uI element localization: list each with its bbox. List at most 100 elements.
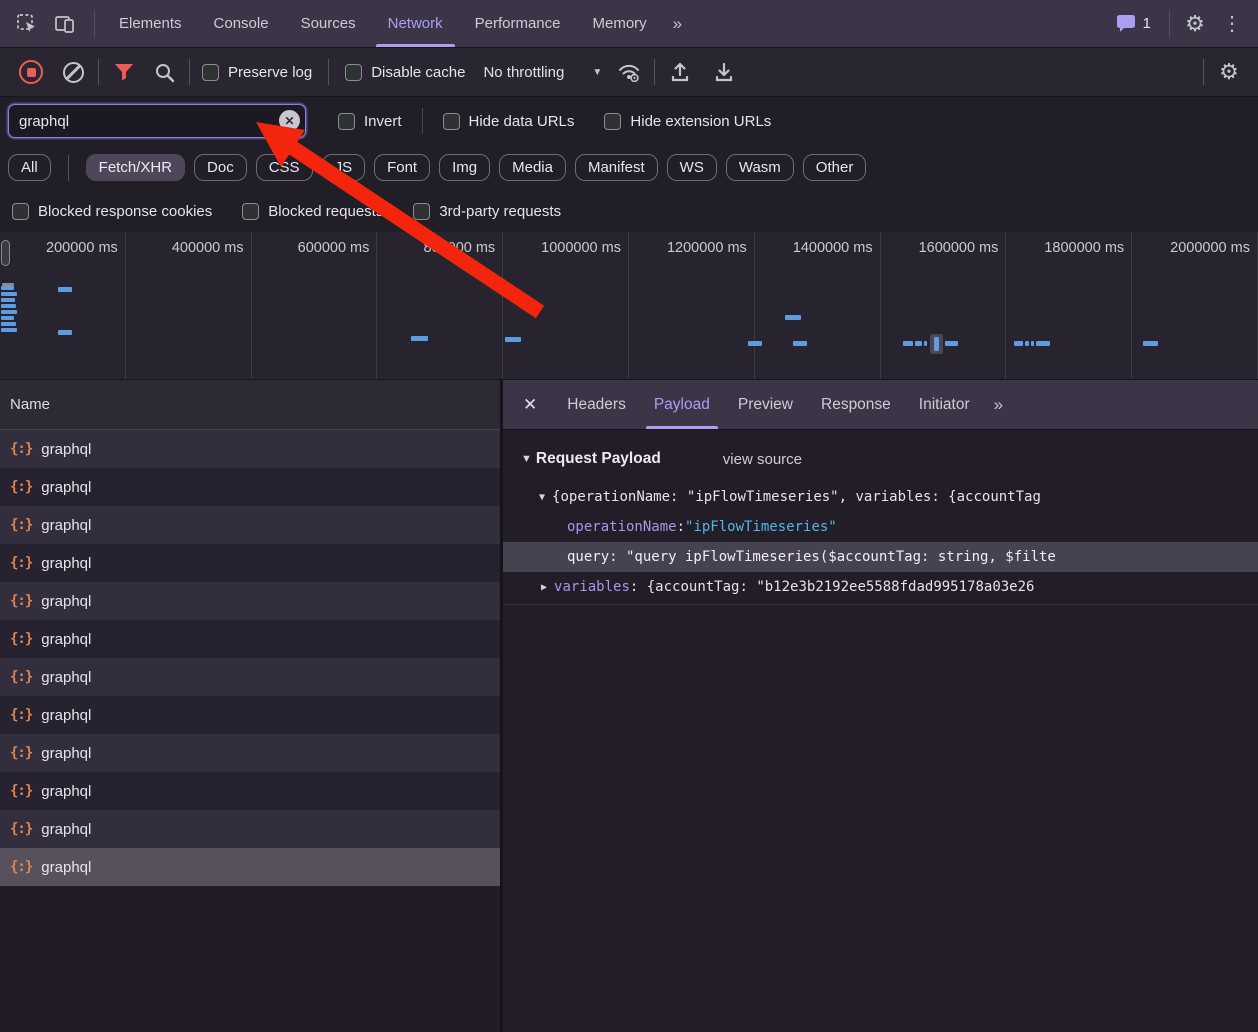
timeline-request-bar <box>411 336 428 341</box>
details-tab-response[interactable]: Response <box>807 380 905 429</box>
details-tabbar: ✕ HeadersPayloadPreviewResponseInitiator… <box>503 380 1258 430</box>
invert-checkbox[interactable]: Invert <box>338 113 402 130</box>
payload-operation-name-row[interactable]: operationName: "ipFlowTimeseries" <box>503 512 1258 542</box>
divider <box>68 155 69 181</box>
request-row[interactable]: {:}graphql <box>0 620 500 658</box>
payload-root-row[interactable]: ▼ {operationName: "ipFlowTimeseries", va… <box>503 482 1258 512</box>
clear-filter-icon[interactable]: ✕ <box>279 110 300 131</box>
request-row[interactable]: {:}graphql <box>0 544 500 582</box>
chip-media[interactable]: Media <box>499 154 566 181</box>
request-row[interactable]: {:}graphql <box>0 468 500 506</box>
details-tab-initiator[interactable]: Initiator <box>905 380 984 429</box>
payload-query-row[interactable]: query: "query ipFlowTimeseries($accountT… <box>503 542 1258 572</box>
tab-network[interactable]: Network <box>372 0 459 47</box>
blocked-response-cookies-checkbox[interactable]: Blocked response cookies <box>12 203 212 220</box>
request-row[interactable]: {:}graphql <box>0 582 500 620</box>
request-name: graphql <box>41 821 91 838</box>
third-party-requests-checkbox[interactable]: 3rd-party requests <box>413 203 561 220</box>
hide-data-urls-checkbox[interactable]: Hide data URLs <box>443 113 575 130</box>
chip-all[interactable]: All <box>8 154 51 181</box>
devtools-tabbar: ElementsConsoleSourcesNetworkPerformance… <box>0 0 1258 48</box>
inspect-element-icon[interactable] <box>10 7 44 41</box>
timeline-request-bar <box>1 316 14 320</box>
chip-css[interactable]: CSS <box>256 154 313 181</box>
chip-wasm[interactable]: Wasm <box>726 154 794 181</box>
requests-list: {:}graphql{:}graphql{:}graphql{:}graphql… <box>0 430 500 1032</box>
chip-manifest[interactable]: Manifest <box>575 154 658 181</box>
json-braces-icon: {:} <box>10 859 32 875</box>
tab-sources[interactable]: Sources <box>285 0 372 47</box>
tab-console[interactable]: Console <box>198 0 285 47</box>
request-row[interactable]: {:}graphql <box>0 848 500 886</box>
disable-cache-checkbox[interactable]: Disable cache <box>345 64 465 81</box>
json-braces-icon: {:} <box>10 555 32 571</box>
request-row[interactable]: {:}graphql <box>0 506 500 544</box>
view-source-link[interactable]: view source <box>723 451 802 468</box>
json-braces-icon: {:} <box>10 479 32 495</box>
tab-memory[interactable]: Memory <box>577 0 663 47</box>
close-details-icon[interactable]: ✕ <box>503 380 553 429</box>
network-conditions-icon[interactable] <box>612 55 646 89</box>
throttling-dropdown[interactable]: No throttling ▼ <box>483 64 602 81</box>
export-har-icon[interactable] <box>707 55 741 89</box>
kebab-menu-icon[interactable]: ⋮ <box>1212 11 1252 36</box>
request-row[interactable]: {:}graphql <box>0 430 500 468</box>
json-braces-icon: {:} <box>10 745 32 761</box>
tab-performance[interactable]: Performance <box>459 0 577 47</box>
chip-img[interactable]: Img <box>439 154 490 181</box>
payload-variables-row[interactable]: ▶ variables: {accountTag: "b12e3b2192ee5… <box>503 572 1258 602</box>
json-braces-icon: {:} <box>10 821 32 837</box>
request-row[interactable]: {:}graphql <box>0 734 500 772</box>
network-settings-gear-icon[interactable]: ⚙ <box>1212 55 1246 89</box>
request-row[interactable]: {:}graphql <box>0 696 500 734</box>
device-toolbar-icon[interactable] <box>48 7 82 41</box>
timeline-request-bar <box>924 341 927 346</box>
chip-other[interactable]: Other <box>803 154 867 181</box>
details-tab-preview[interactable]: Preview <box>724 380 807 429</box>
blocked-response-cookies-label: Blocked response cookies <box>38 203 212 220</box>
timeline-selected-request-marker[interactable] <box>930 334 943 354</box>
timeline-request-bar <box>58 287 72 292</box>
chip-font[interactable]: Font <box>374 154 430 181</box>
collapse-icon[interactable]: ▼ <box>539 492 545 503</box>
filter-input[interactable] <box>8 104 306 138</box>
divider <box>1169 11 1170 37</box>
preserve-log-checkbox[interactable]: Preserve log <box>202 64 312 81</box>
throttling-value: No throttling <box>483 64 564 81</box>
divider <box>503 604 1258 605</box>
expand-icon[interactable]: ▶ <box>539 582 547 593</box>
search-icon[interactable] <box>147 55 181 89</box>
collapse-icon[interactable]: ▼ <box>521 453 532 465</box>
timeline-request-bar <box>1 310 17 314</box>
filter-icon[interactable] <box>107 55 141 89</box>
checkbox-icon <box>345 64 362 81</box>
more-panels-icon[interactable]: » <box>663 0 690 47</box>
clear-network-log-button[interactable] <box>56 55 90 89</box>
tab-elements[interactable]: Elements <box>103 0 198 47</box>
console-messages-button[interactable]: 1 <box>1106 14 1161 33</box>
blocked-requests-checkbox[interactable]: Blocked requests <box>242 203 383 220</box>
overview-grip-handle[interactable] <box>1 240 10 266</box>
hide-extension-urls-checkbox[interactable]: Hide extension URLs <box>604 113 771 130</box>
timeline-request-bar <box>903 341 913 346</box>
details-tab-payload[interactable]: Payload <box>640 380 724 429</box>
settings-gear-icon[interactable]: ⚙ <box>1178 7 1212 41</box>
json-braces-icon: {:} <box>10 707 32 723</box>
chip-fetch-xhr[interactable]: Fetch/XHR <box>86 154 185 181</box>
request-row[interactable]: {:} graphql <box>0 810 500 848</box>
json-braces-icon: {:} <box>10 441 32 457</box>
request-row[interactable]: {:}graphql <box>0 658 500 696</box>
import-har-icon[interactable] <box>663 55 697 89</box>
timeline-request-bar <box>1 328 17 332</box>
details-tabs: HeadersPayloadPreviewResponseInitiator <box>553 380 983 429</box>
chip-doc[interactable]: Doc <box>194 154 247 181</box>
more-details-tabs-icon[interactable]: » <box>984 380 1011 429</box>
details-tab-headers[interactable]: Headers <box>553 380 640 429</box>
network-overview-timeline[interactable]: 200000 ms400000 ms600000 ms800000 ms1000… <box>0 232 1258 380</box>
chip-ws[interactable]: WS <box>667 154 717 181</box>
request-row[interactable]: {:}graphql <box>0 772 500 810</box>
preserve-log-label: Preserve log <box>228 64 312 81</box>
name-column-header[interactable]: Name <box>0 380 500 430</box>
chip-js[interactable]: JS <box>322 154 366 181</box>
record-network-log-button[interactable] <box>14 55 48 89</box>
